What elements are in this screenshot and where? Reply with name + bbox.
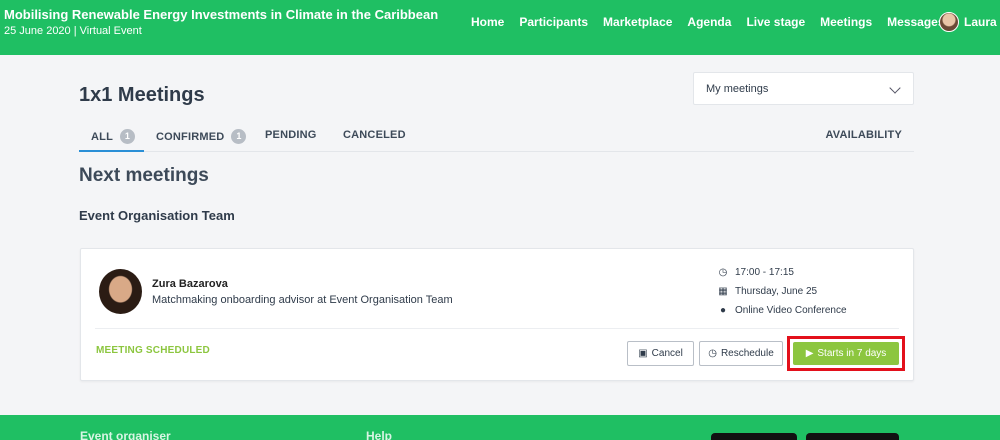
reschedule-button[interactable]: ◷ Reschedule — [699, 341, 783, 366]
participant-name[interactable]: Zura Bazarova — [152, 278, 228, 290]
tab-pending[interactable]: PENDING — [265, 129, 317, 141]
event-title[interactable]: Mobilising Renewable Energy Investments … — [4, 7, 438, 22]
meeting-location-text: Online Video Conference — [735, 305, 847, 316]
nav-meetings[interactable]: Meetings — [820, 15, 872, 29]
tab-all-label: ALL — [91, 130, 113, 143]
clock-icon: ◷ — [708, 348, 717, 359]
meeting-location: ● Online Video Conference — [717, 305, 847, 316]
tab-confirmed[interactable]: CONFIRMED 1 — [156, 129, 247, 144]
app-store-badge[interactable] — [711, 433, 797, 440]
meeting-card: Zura Bazarova Matchmaking onboarding adv… — [80, 248, 914, 381]
nav-home[interactable]: Home — [471, 15, 504, 29]
calendar-icon: ▦ — [718, 286, 728, 297]
meeting-status: MEETING SCHEDULED — [96, 345, 210, 356]
map-pin-icon: ● — [719, 305, 727, 316]
tab-canceled-label: CANCELED — [343, 129, 406, 141]
clock-icon: ◷ — [718, 267, 728, 278]
group-title: Event Organisation Team — [79, 208, 235, 223]
section-title: Next meetings — [79, 165, 209, 186]
cancel-icon: ▣ — [638, 348, 648, 359]
footer: Event organiser Help — [0, 415, 1000, 440]
event-subtitle: 25 June 2020 | Virtual Event — [4, 25, 142, 37]
google-play-badge[interactable] — [806, 433, 899, 440]
video-camera-icon: ▶ — [805, 348, 814, 359]
main-nav: Home Participants Marketplace Agenda Liv… — [471, 15, 945, 29]
tab-canceled[interactable]: CANCELED — [343, 129, 406, 141]
user-name: Laura — [964, 15, 997, 29]
tab-all[interactable]: ALL 1 — [91, 129, 135, 144]
meeting-tabs: ALL 1 CONFIRMED 1 PENDING CANCELED AVAIL… — [79, 126, 914, 152]
tab-pending-label: PENDING — [265, 129, 317, 141]
tab-availability-label: AVAILABILITY — [825, 129, 902, 141]
meeting-time: ◷ 17:00 - 17:15 — [717, 267, 794, 278]
page-title: 1x1 Meetings — [79, 84, 205, 106]
tab-availability[interactable]: AVAILABILITY — [825, 129, 902, 141]
tab-confirmed-count-badge: 1 — [231, 129, 247, 144]
reschedule-button-label: Reschedule — [720, 348, 774, 359]
chevron-down-icon — [889, 82, 901, 94]
tab-all-count-badge: 1 — [119, 129, 135, 144]
cancel-button-label: Cancel — [651, 348, 683, 359]
start-button-label: Starts in 7 days — [817, 348, 887, 359]
nav-messages[interactable]: Messages — [887, 15, 944, 29]
start-meeting-button[interactable]: ▶ Starts in 7 days — [793, 342, 899, 365]
nav-agenda[interactable]: Agenda — [687, 15, 731, 29]
participant-role: Matchmaking onboarding advisor at Event … — [152, 294, 453, 306]
participant-avatar[interactable] — [99, 269, 142, 314]
nav-marketplace[interactable]: Marketplace — [603, 15, 672, 29]
active-tab-indicator — [79, 150, 144, 152]
start-button-highlight: ▶ Starts in 7 days — [787, 336, 905, 371]
nav-live-stage[interactable]: Live stage — [746, 15, 805, 29]
footer-organiser-heading: Event organiser — [80, 429, 171, 440]
tab-confirmed-label: CONFIRMED — [156, 130, 225, 143]
nav-participants[interactable]: Participants — [519, 15, 588, 29]
filter-selected-value: My meetings — [706, 83, 769, 95]
meeting-date-text: Thursday, June 25 — [735, 286, 818, 297]
meeting-date: ▦ Thursday, June 25 — [717, 286, 817, 297]
user-menu[interactable]: Laura — [939, 12, 997, 32]
meetings-filter-dropdown[interactable]: My meetings — [693, 72, 914, 105]
top-navbar: Mobilising Renewable Energy Investments … — [0, 0, 1000, 55]
footer-help-heading: Help — [366, 429, 393, 440]
user-avatar — [939, 12, 959, 32]
card-divider — [95, 328, 899, 329]
cancel-meeting-button[interactable]: ▣ Cancel — [627, 341, 694, 366]
meeting-time-text: 17:00 - 17:15 — [735, 267, 794, 278]
